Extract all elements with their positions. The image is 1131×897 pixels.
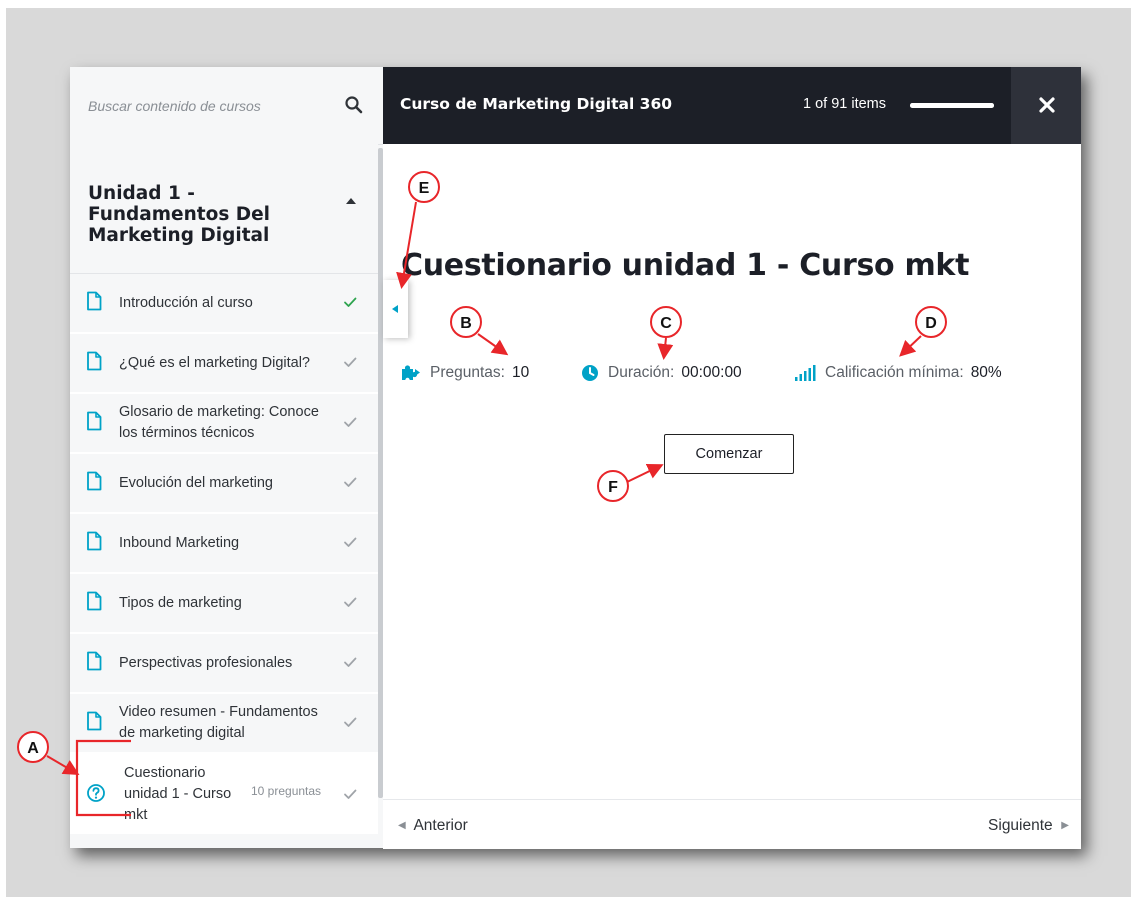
lesson-title: Cuestionario unidad 1 - Curso mkt — [124, 764, 232, 823]
question-circle-icon — [87, 784, 105, 802]
file-icon — [87, 651, 102, 671]
toggle-sidebar-button[interactable] — [383, 280, 408, 338]
lesson-navigation: ◀ Anterior Siguiente ▶ — [383, 799, 1081, 849]
lesson-title: Evolución del marketing — [119, 474, 273, 491]
lesson-item[interactable]: Video resumen - Fundamentos de marketing… — [70, 694, 378, 754]
caret-left-icon: ◀ — [398, 820, 406, 831]
lesson-meta: 10 preguntas — [251, 784, 322, 798]
screenshot-border-top — [0, 0, 1131, 8]
check-icon — [344, 789, 357, 799]
caret-left-icon — [392, 305, 398, 313]
lesson-item[interactable]: ¿Qué es el marketing Digital? — [70, 334, 378, 394]
items-count: 1 of 91 items — [803, 96, 887, 112]
lesson-item[interactable]: Tipos de marketing — [70, 574, 378, 634]
lesson-title: Introducción al curso — [119, 294, 253, 311]
file-icon — [87, 591, 102, 611]
file-icon — [87, 411, 102, 431]
lesson-title: Inbound Marketing — [119, 534, 240, 551]
course-player-window: Unidad 1 - Fundamentos Del Marketing Dig… — [70, 67, 1081, 849]
previous-link[interactable]: ◀ Anterior — [398, 817, 468, 835]
screenshot-border-left — [0, 0, 6, 897]
search-box — [70, 67, 383, 145]
duration-value: 00:00:00 — [681, 364, 742, 381]
lesson-item[interactable]: Evolución del marketing — [70, 454, 378, 514]
caret-right-icon: ▶ — [1061, 820, 1069, 831]
lesson-item[interactable]: Introducción al curso — [70, 274, 378, 334]
lesson-list: Introducción al curso ¿Qué es el marketin… — [70, 274, 378, 834]
check-icon — [344, 597, 357, 607]
quiz-info-row: Preguntas: 10 Duración: 00:00:00 Calific… — [401, 362, 1081, 384]
quiz-content: Cuestionario unidad 1 - Curso mkt Pregun… — [383, 144, 1081, 799]
course-header: Curso de Marketing Digital 360 1 of 91 i… — [383, 67, 1081, 144]
lesson-item[interactable]: Perspectivas profesionales — [70, 634, 378, 694]
file-icon — [87, 531, 102, 551]
close-icon — [1039, 97, 1055, 113]
file-icon — [87, 711, 102, 731]
section-title: Unidad 1 - Fundamentos Del Marketing Dig… — [88, 183, 271, 246]
lesson-item[interactable]: Glosario de marketing: Conoce los términ… — [70, 394, 378, 454]
section-header[interactable]: Unidad 1 - Fundamentos Del Marketing Dig… — [70, 144, 378, 274]
next-link[interactable]: Siguiente ▶ — [988, 817, 1069, 835]
min-grade-label: Calificación mínima: — [825, 364, 964, 381]
questions-info: Preguntas: 10 — [401, 362, 529, 384]
puzzle-icon — [402, 365, 420, 382]
lesson-title: ¿Qué es el marketing Digital? — [119, 354, 310, 371]
file-icon — [87, 471, 102, 491]
course-progress-bar — [910, 103, 994, 108]
clock-icon — [582, 365, 598, 381]
lesson-title: Tipos de marketing — [119, 594, 242, 611]
file-icon — [87, 291, 102, 311]
quiz-title: Cuestionario unidad 1 - Curso mkt — [401, 248, 970, 283]
file-icon — [87, 351, 102, 371]
duration-info: Duración: 00:00:00 — [581, 362, 742, 384]
questions-value: 10 — [511, 364, 530, 381]
annotation-letter-a: A — [27, 740, 39, 757]
close-button[interactable] — [1011, 67, 1081, 144]
course-progress-fill — [910, 103, 994, 108]
lesson-title: Video resumen - Fundamentos de marketing… — [119, 704, 318, 741]
check-icon — [344, 477, 357, 487]
lesson-title: Perspectivas profesionales — [119, 654, 293, 671]
check-icon — [344, 657, 357, 667]
duration-label: Duración: — [608, 364, 675, 381]
lesson-item-current[interactable]: Cuestionario unidad 1 - Curso mkt 10 preg… — [70, 754, 378, 834]
min-grade-value: 80% — [970, 364, 1002, 381]
previous-label: Anterior — [413, 817, 468, 834]
check-icon — [344, 717, 357, 727]
check-icon — [344, 537, 357, 547]
course-sidebar: Unidad 1 - Fundamentos Del Marketing Dig… — [70, 67, 383, 848]
course-title: Curso de Marketing Digital 360 — [400, 95, 673, 113]
lesson-item[interactable]: Inbound Marketing — [70, 514, 378, 574]
lesson-title: Glosario de marketing: Conoce los términ… — [119, 404, 319, 441]
search-input[interactable] — [86, 93, 330, 119]
check-icon — [344, 417, 357, 427]
next-label: Siguiente — [988, 817, 1053, 834]
min-grade-info: Calificación mínima: 80% — [794, 362, 1002, 384]
caret-up-icon[interactable] — [344, 196, 358, 206]
start-quiz-button[interactable]: Comenzar — [664, 434, 794, 474]
questions-label: Preguntas: — [430, 364, 505, 381]
check-icon — [344, 297, 357, 307]
signal-bars-icon — [795, 365, 816, 381]
check-icon — [344, 357, 357, 367]
search-icon[interactable] — [344, 95, 364, 115]
